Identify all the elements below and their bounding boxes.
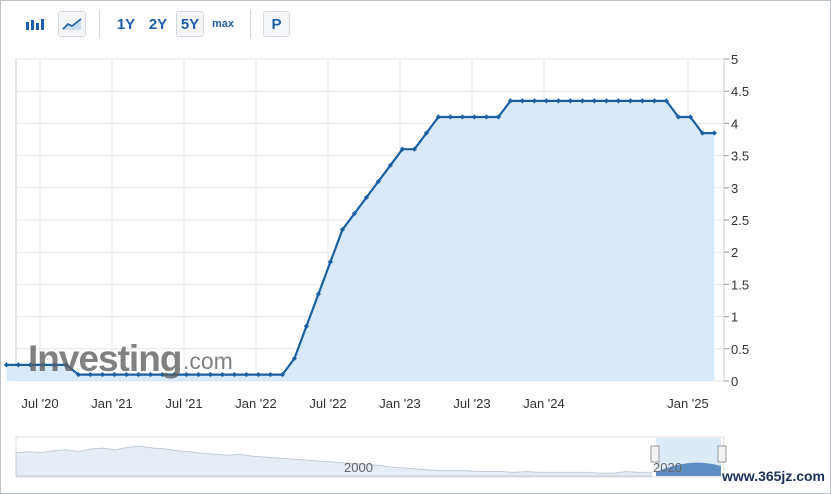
x-tick-label: Jul '20 <box>21 396 58 411</box>
y-tick-label: 3 <box>731 181 738 196</box>
x-tick-label: Jan '21 <box>91 396 133 411</box>
y-tick-label: 2.5 <box>731 213 749 228</box>
y-tick-label: 5 <box>731 52 738 67</box>
navigator-label-2020: 2020 <box>653 460 682 475</box>
x-tick-label: Jan '23 <box>379 396 421 411</box>
y-tick-label: 2 <box>731 245 738 260</box>
x-tick-label: Jul '21 <box>165 396 202 411</box>
chart-svg: 0 0.5 1 1.5 2 2.5 3 3.5 4 4.5 5 Jul '20 Jan '21 Jul '… <box>3 52 749 478</box>
investing-watermark: Investing .com <box>28 338 233 379</box>
y-tick-label: 1.5 <box>731 277 749 292</box>
y-tick-label: 3.5 <box>731 149 749 164</box>
x-tick-label: Jan '22 <box>235 396 277 411</box>
navigator-label-2000: 2000 <box>344 460 373 475</box>
y-tick-label: 0 <box>731 374 738 389</box>
x-tick-label: Jan '24 <box>523 396 565 411</box>
y-tick-label: 4 <box>731 116 738 131</box>
x-tick-label: Jan '25 <box>667 396 709 411</box>
x-tick-label: Jul '23 <box>453 396 490 411</box>
y-tick-label: 1 <box>731 310 738 325</box>
watermark-suffix: .com <box>183 348 233 374</box>
site-watermark: www.365jz.com <box>722 468 825 484</box>
watermark-brand: Investing <box>28 338 181 379</box>
x-tick-label: Jul '22 <box>309 396 346 411</box>
y-tick-label: 0.5 <box>731 342 749 357</box>
y-tick-label: 4.5 <box>731 84 749 99</box>
navigator-right-handle[interactable] <box>717 445 727 463</box>
navigator[interactable]: 2000 2020 <box>15 436 727 478</box>
